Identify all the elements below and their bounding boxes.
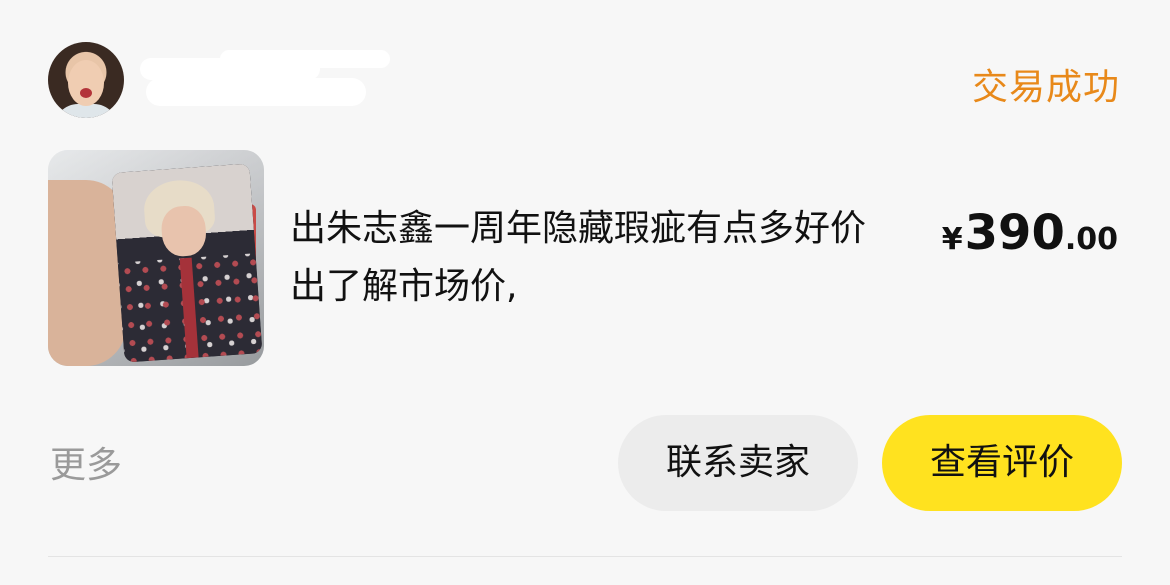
avatar-mouth: [80, 88, 92, 98]
product-price: ¥390.00: [942, 205, 1118, 261]
avatar-shirt: [54, 104, 118, 118]
product-thumbnail[interactable]: [48, 150, 264, 366]
thumbnail-photocard: [111, 163, 263, 363]
product-title[interactable]: 出朱志鑫一周年隐藏瑕疵有点多好价出了解市场价,: [290, 200, 900, 316]
divider: [48, 556, 1122, 557]
avatar-face: [68, 60, 104, 106]
order-status: 交易成功: [971, 67, 1120, 108]
view-review-button[interactable]: 查看评价: [882, 415, 1122, 511]
more-button[interactable]: 更多: [50, 436, 122, 488]
seller-name-redacted: [140, 50, 390, 110]
price-integer: 390: [964, 205, 1065, 261]
price-decimal: .00: [1064, 222, 1118, 257]
seller-avatar[interactable]: [48, 42, 124, 118]
order-card: 交易成功 出朱志鑫一周年隐藏瑕疵有点多好价出了解市场价, ¥390.00 更多 …: [0, 0, 1170, 585]
price-currency-symbol: ¥: [941, 222, 963, 257]
redaction-stroke: [146, 78, 366, 106]
redaction-stroke: [220, 50, 390, 68]
contact-seller-button[interactable]: 联系卖家: [618, 415, 858, 511]
